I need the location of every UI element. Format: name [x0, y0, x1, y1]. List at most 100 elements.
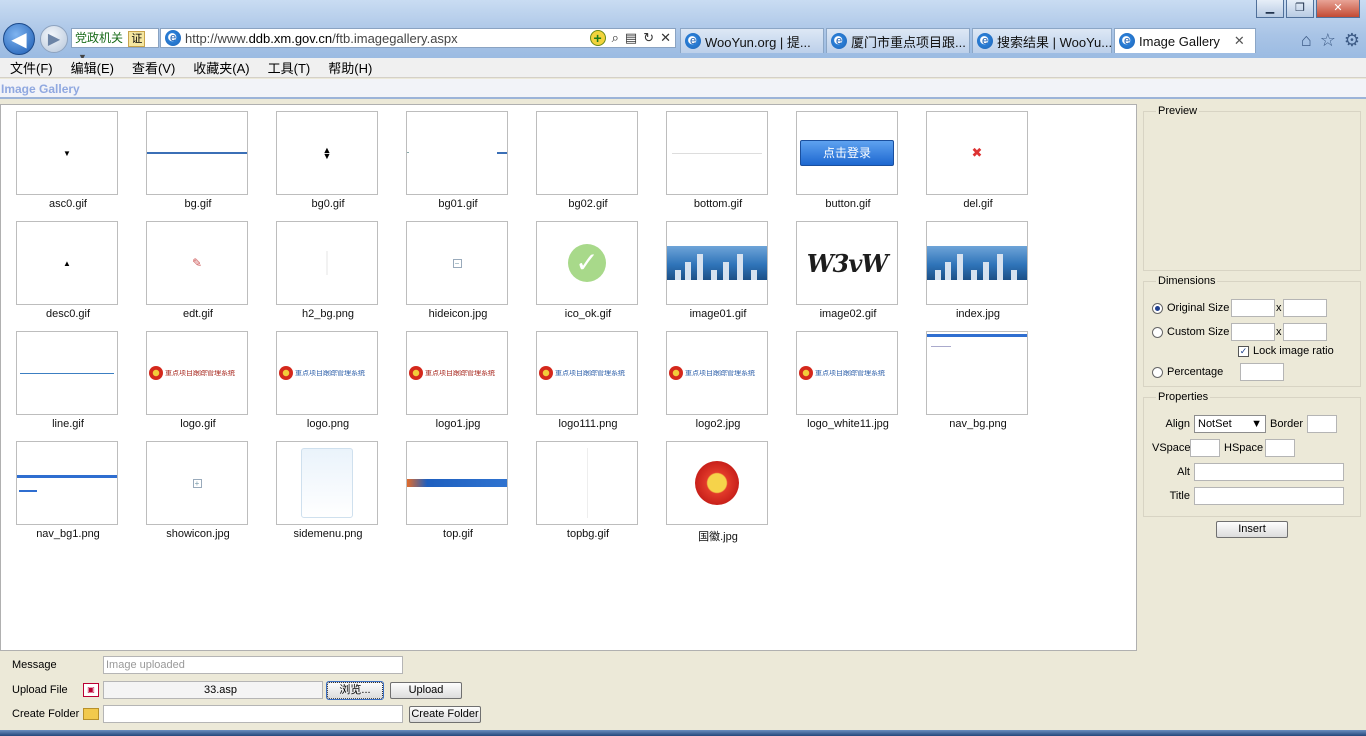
gallery-thumbnail[interactable]: nav_bg1.png: [16, 441, 120, 540]
thumbnail-filename[interactable]: bottom.gif: [666, 198, 770, 210]
gallery-thumbnail[interactable]: 重点项目跟踪管理系统 logo_white11.jpg: [796, 331, 900, 430]
gallery-thumbnail[interactable]: + showicon.jpg: [146, 441, 250, 540]
stop-icon[interactable]: ✕: [660, 30, 671, 46]
upload-file-input[interactable]: 33.asp: [103, 681, 323, 699]
thumbnail-filename[interactable]: logo.gif: [146, 418, 250, 430]
thumbnail-image[interactable]: ✎: [146, 221, 248, 305]
gallery-thumbnail[interactable]: ▲ desc0.gif: [16, 221, 120, 320]
compat-view-icon[interactable]: ▤: [625, 30, 637, 46]
thumbnail-filename[interactable]: del.gif: [926, 198, 1030, 210]
thumbnail-image[interactable]: 重点项目跟踪管理系统: [276, 331, 378, 415]
address-url[interactable]: http://www.ddb.xm.gov.cn/ftb.imagegaller…: [185, 31, 590, 46]
tab-search-results[interactable]: e 搜索结果 | WooYu...: [972, 28, 1112, 53]
thumbnail-image[interactable]: ▲ ▼: [276, 111, 378, 195]
thumbnail-image[interactable]: [926, 331, 1028, 415]
gallery-thumbnail[interactable]: W3vW image02.gif: [796, 221, 900, 320]
menu-help[interactable]: 帮助(H): [318, 58, 380, 77]
thumbnail-filename[interactable]: bg01.gif: [406, 198, 510, 210]
back-button[interactable]: ◀: [3, 23, 35, 55]
thumbnail-image[interactable]: 重点项目跟踪管理系统: [536, 331, 638, 415]
gallery-thumbnail[interactable]: − hideicon.jpg: [406, 221, 510, 320]
title-input[interactable]: [1194, 487, 1344, 505]
gallery-thumbnail[interactable]: bg.gif: [146, 111, 250, 210]
border-input[interactable]: [1307, 415, 1338, 433]
custom-width-input[interactable]: [1231, 323, 1275, 341]
gallery-thumbnail[interactable]: line.gif: [16, 331, 120, 430]
thumbnail-filename[interactable]: index.jpg: [926, 308, 1030, 320]
percentage-radio[interactable]: [1152, 366, 1163, 378]
original-size-radio[interactable]: [1152, 302, 1163, 314]
thumbnail-filename[interactable]: bg0.gif: [276, 198, 380, 210]
thumbnail-filename[interactable]: logo111.png: [536, 418, 640, 430]
gallery-thumbnail[interactable]: 国徽.jpg: [666, 441, 770, 544]
thumbnail-filename[interactable]: ico_ok.gif: [536, 308, 640, 320]
close-tab-icon[interactable]: ✕: [1234, 33, 1245, 49]
thumbnail-filename[interactable]: logo2.jpg: [666, 418, 770, 430]
thumbnail-image[interactable]: [666, 111, 768, 195]
menu-view[interactable]: 查看(V): [122, 58, 183, 77]
gallery-thumbnail[interactable]: 点击登录 button.gif: [796, 111, 900, 210]
thumbnail-filename[interactable]: button.gif: [796, 198, 900, 210]
original-width-input[interactable]: [1231, 299, 1275, 317]
lock-ratio-checkbox[interactable]: ✓: [1238, 345, 1249, 357]
insert-button[interactable]: Insert: [1216, 521, 1288, 538]
thumbnail-filename[interactable]: top.gif: [406, 528, 510, 540]
gallery-thumbnail[interactable]: bottom.gif: [666, 111, 770, 210]
thumbnail-filename[interactable]: logo_white11.jpg: [796, 418, 900, 430]
thumbnail-filename[interactable]: asc0.gif: [16, 198, 120, 210]
gallery-thumbnail[interactable]: h2_bg.png: [276, 221, 380, 320]
thumbnail-filename[interactable]: edt.gif: [146, 308, 250, 320]
gallery-thumbnail[interactable]: topbg.gif: [536, 441, 640, 540]
thumbnail-image[interactable]: [276, 221, 378, 305]
thumbnail-image[interactable]: [16, 331, 118, 415]
browse-button[interactable]: 浏览...: [326, 680, 384, 700]
tab-image-gallery[interactable]: e Image Gallery ✕: [1114, 28, 1256, 53]
address-bar[interactable]: e http://www.ddb.xm.gov.cn/ftb.imagegall…: [160, 28, 676, 48]
thumbnail-filename[interactable]: 国徽.jpg: [666, 528, 770, 544]
gallery-thumbnail[interactable]: sidemenu.png: [276, 441, 380, 540]
gallery-thumbnail[interactable]: ▲ ▼ bg0.gif: [276, 111, 380, 210]
original-height-input[interactable]: [1282, 299, 1327, 317]
upload-button[interactable]: Upload: [390, 681, 462, 699]
custom-height-input[interactable]: [1282, 323, 1327, 341]
message-field[interactable]: Image uploaded: [103, 656, 403, 674]
refresh-icon[interactable]: ↻: [643, 30, 654, 46]
thumbnail-image[interactable]: W3vW: [796, 221, 898, 305]
gallery-thumbnail[interactable]: ✎ edt.gif: [146, 221, 250, 320]
thumbnail-image[interactable]: [406, 441, 508, 525]
close-window-button[interactable]: ✕: [1316, 0, 1360, 18]
thumbnail-image[interactable]: −: [406, 221, 508, 305]
gallery-thumbnail[interactable]: 重点项目跟踪管理系统 logo2.jpg: [666, 331, 770, 430]
gallery-thumbnail[interactable]: 重点项目跟踪管理系统 logo111.png: [536, 331, 640, 430]
gallery-thumbnail[interactable]: top.gif: [406, 441, 510, 540]
thumbnail-filename[interactable]: h2_bg.png: [276, 308, 380, 320]
menu-file[interactable]: 文件(F): [0, 58, 61, 77]
gallery-thumbnail[interactable]: 重点项目跟踪管理系统 logo.gif: [146, 331, 250, 430]
tab-xiamen[interactable]: e 厦门市重点项目跟...: [826, 28, 970, 53]
vspace-input[interactable]: [1190, 439, 1220, 457]
thumbnail-filename[interactable]: showicon.jpg: [146, 528, 250, 540]
gallery-thumbnail[interactable]: ✓ ico_ok.gif: [536, 221, 640, 320]
thumbnail-image[interactable]: ▼: [16, 111, 118, 195]
gallery-thumbnail[interactable]: bg01.gif: [406, 111, 510, 210]
search-icon[interactable]: ⌕: [612, 30, 619, 46]
thumbnail-filename[interactable]: hideicon.jpg: [406, 308, 510, 320]
menu-tools[interactable]: 工具(T): [258, 58, 319, 77]
gear-icon[interactable]: ⚙: [1344, 30, 1360, 51]
thumbnail-image[interactable]: 重点项目跟踪管理系统: [406, 331, 508, 415]
percentage-input[interactable]: [1240, 363, 1284, 381]
menu-edit[interactable]: 编辑(E): [61, 58, 122, 77]
gallery-thumbnail[interactable]: ✖ del.gif: [926, 111, 1030, 210]
thumbnail-image[interactable]: [276, 441, 378, 525]
align-select[interactable]: NotSet ▼: [1194, 415, 1266, 433]
thumbnail-image[interactable]: [666, 441, 768, 525]
thumbnail-filename[interactable]: nav_bg.png: [926, 418, 1030, 430]
gallery-thumbnail[interactable]: bg02.gif: [536, 111, 640, 210]
favorites-star-icon[interactable]: ☆: [1320, 30, 1336, 51]
gallery-thumbnail[interactable]: index.jpg: [926, 221, 1030, 320]
home-icon[interactable]: ⌂: [1301, 30, 1312, 51]
thumbnail-filename[interactable]: logo.png: [276, 418, 380, 430]
thumbnail-image[interactable]: 重点项目跟踪管理系统: [146, 331, 248, 415]
thumbnail-filename[interactable]: line.gif: [16, 418, 120, 430]
custom-size-radio[interactable]: [1152, 326, 1163, 338]
